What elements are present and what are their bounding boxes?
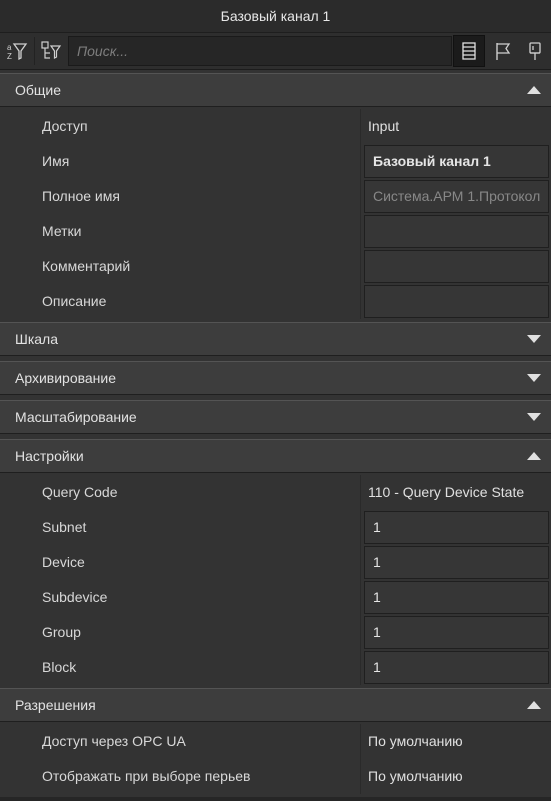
- block-field[interactable]: 1: [364, 651, 549, 684]
- property-name: Device: [42, 554, 85, 570]
- property-row-access: Доступ Input: [0, 109, 551, 144]
- flag-icon: [496, 43, 511, 60]
- property-row-tags: Метки: [0, 214, 551, 249]
- property-row-device: Device 1: [0, 545, 551, 580]
- property-value: Input: [368, 118, 400, 134]
- svg-text:Z: Z: [7, 52, 12, 61]
- chevron-down-icon: [527, 413, 541, 421]
- property-name: Доступ через OPC UA: [42, 733, 186, 749]
- property-row-query-code: Query Code 110 - Query Device State: [0, 475, 551, 510]
- property-name: Описание: [42, 293, 107, 309]
- tree-filter-button[interactable]: [35, 35, 67, 67]
- property-name: Полное имя: [42, 188, 120, 204]
- property-name: Имя: [42, 153, 70, 169]
- property-name: Subdevice: [42, 589, 108, 605]
- chevron-down-icon: [527, 335, 541, 343]
- pin-button[interactable]: [519, 35, 551, 67]
- comment-field[interactable]: [364, 250, 549, 283]
- window-title-bar: Базовый канал 1: [0, 0, 551, 33]
- list-view-icon: [462, 42, 476, 60]
- section-general-label: Общие: [15, 82, 62, 98]
- property-row-subnet: Subnet 1: [0, 510, 551, 545]
- pen-display-value[interactable]: По умолчанию: [368, 759, 463, 794]
- property-row-name: Имя Базовый канал 1: [0, 144, 551, 179]
- property-name: Block: [42, 659, 77, 675]
- svg-text:a: a: [7, 43, 12, 52]
- chevron-up-icon: [527, 86, 541, 94]
- device-field[interactable]: 1: [364, 546, 549, 579]
- property-row-group: Group 1: [0, 615, 551, 650]
- group-field[interactable]: 1: [364, 616, 549, 649]
- name-field[interactable]: Базовый канал 1: [364, 145, 549, 178]
- list-view-button[interactable]: [453, 35, 485, 67]
- property-name: Query Code: [42, 484, 118, 500]
- property-row-opc-ua-access: Доступ через OPC UA По умолчанию: [0, 724, 551, 759]
- chevron-down-icon: [527, 374, 541, 382]
- query-code-value[interactable]: 110 - Query Device State: [368, 475, 524, 510]
- property-name: Доступ: [42, 118, 88, 134]
- property-name: Отображать при выборе перьев: [42, 768, 251, 784]
- window-title: Базовый канал 1: [220, 8, 331, 24]
- section-scaling-header[interactable]: Масштабирование: [0, 400, 551, 434]
- tree-filter-icon: [41, 41, 62, 59]
- section-archiving-label: Архивирование: [15, 370, 117, 386]
- section-general-header[interactable]: Общие: [0, 73, 551, 107]
- section-archiving-header[interactable]: Архивирование: [0, 361, 551, 395]
- pin-icon: [529, 42, 541, 60]
- sort-filter-icon: a Z: [7, 43, 28, 61]
- subdevice-field[interactable]: 1: [364, 581, 549, 614]
- chevron-up-icon: [527, 701, 541, 709]
- tags-field[interactable]: [364, 215, 549, 248]
- section-scaling-label: Масштабирование: [15, 409, 137, 425]
- section-settings-label: Настройки: [15, 448, 84, 464]
- opc-ua-access-value[interactable]: По умолчанию: [368, 724, 463, 759]
- section-scale-header[interactable]: Шкала: [0, 322, 551, 356]
- property-name: Group: [42, 624, 81, 640]
- property-name: Метки: [42, 223, 82, 239]
- toolbar: a Z: [0, 33, 551, 70]
- property-name: Комментарий: [42, 258, 131, 274]
- property-row-subdevice: Subdevice 1: [0, 580, 551, 615]
- property-row-comment: Комментарий: [0, 249, 551, 284]
- flag-button[interactable]: [487, 35, 519, 67]
- property-row-full-name: Полное имя Система.АРМ 1.Протокол: [0, 179, 551, 214]
- search-input[interactable]: [68, 36, 452, 66]
- full-name-field: Система.АРМ 1.Протокол: [364, 180, 549, 213]
- chevron-up-icon: [527, 452, 541, 460]
- property-row-description: Описание: [0, 284, 551, 319]
- property-row-pen-display: Отображать при выборе перьев По умолчани…: [0, 759, 551, 794]
- sort-filter-button[interactable]: a Z: [1, 35, 33, 67]
- section-permissions-header[interactable]: Разрешения: [0, 688, 551, 722]
- property-row-block: Block 1: [0, 650, 551, 685]
- description-field[interactable]: [364, 285, 549, 318]
- section-scale-label: Шкала: [15, 331, 59, 347]
- bottom-edge: [0, 797, 551, 801]
- section-permissions-label: Разрешения: [15, 697, 96, 713]
- subnet-field[interactable]: 1: [364, 511, 549, 544]
- section-settings-header[interactable]: Настройки: [0, 439, 551, 473]
- property-name: Subnet: [42, 519, 87, 535]
